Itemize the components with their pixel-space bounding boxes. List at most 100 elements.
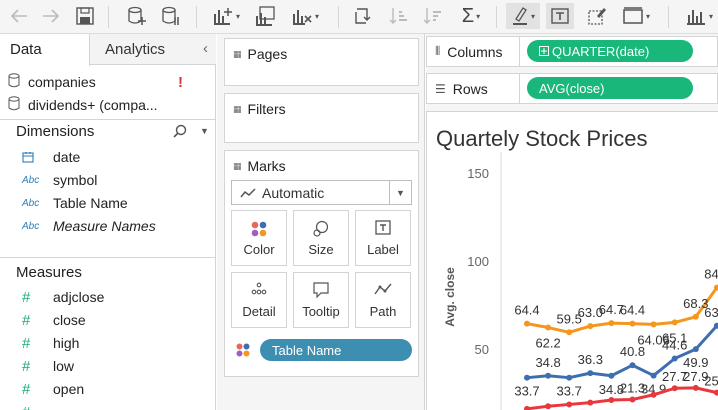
new-datasource-icon[interactable]	[124, 3, 150, 29]
data-point[interactable]	[629, 362, 636, 369]
table-name-color-pill[interactable]: Table Name	[260, 339, 412, 361]
highlight-icon[interactable]: ▾	[506, 3, 540, 29]
data-point[interactable]	[566, 401, 573, 408]
chevron-down-icon[interactable]: ▼	[389, 181, 411, 204]
data-point[interactable]	[524, 405, 530, 410]
datasource-companies[interactable]: companies !	[8, 72, 183, 92]
search-icon[interactable]	[173, 124, 187, 141]
data-point[interactable]	[650, 321, 657, 328]
color-icon	[232, 220, 286, 238]
mark-type-dropdown[interactable]: Automatic ▼	[231, 180, 412, 205]
data-point[interactable]	[545, 324, 552, 331]
sort-ascending-icon[interactable]	[386, 3, 412, 29]
datasource-dividends[interactable]: dividends+ (compa...	[8, 95, 158, 115]
data-label: 21.3	[620, 381, 645, 396]
size-button[interactable]: Size	[293, 210, 349, 266]
measure-adjclose[interactable]: # adjclose	[22, 287, 104, 307]
show-me-icon[interactable]: ▾	[680, 3, 718, 29]
data-point[interactable]	[524, 320, 530, 327]
measure-close[interactable]: # close	[22, 310, 86, 330]
collapse-pane-icon[interactable]: ‹	[203, 40, 208, 57]
mark-button-label: Size	[308, 242, 334, 257]
format-workbook-icon[interactable]	[584, 3, 610, 29]
dimension-symbol[interactable]: Abc symbol	[22, 170, 97, 190]
dimension-table-name[interactable]: Abc Table Name	[22, 193, 128, 213]
mark-type-value: Automatic	[262, 184, 325, 201]
fit-icon[interactable]: ▾	[618, 3, 654, 29]
tab-analytics[interactable]: Analytics	[90, 34, 216, 65]
data-point[interactable]	[629, 320, 636, 327]
data-point[interactable]	[566, 329, 573, 336]
duplicate-sheet-icon[interactable]	[252, 3, 278, 29]
undo-icon[interactable]	[6, 3, 32, 29]
data-point[interactable]	[671, 385, 678, 392]
data-point[interactable]	[545, 372, 552, 379]
data-point[interactable]	[650, 391, 657, 398]
data-point[interactable]	[608, 320, 615, 327]
clear-sheet-icon[interactable]: ▾	[288, 3, 322, 29]
data-point[interactable]	[587, 370, 594, 377]
grip-icon: ▦	[233, 103, 242, 114]
field-label: date	[53, 149, 81, 165]
data-point[interactable]	[587, 399, 594, 406]
filters-card[interactable]: ▦ Filters	[224, 93, 419, 143]
data-point[interactable]	[650, 372, 657, 379]
path-button[interactable]: Path	[355, 272, 411, 328]
card-label: Pages	[247, 46, 288, 62]
field-label: symbol	[53, 172, 98, 188]
y-tick-label: 150	[467, 166, 489, 181]
data-point[interactable]	[587, 323, 594, 330]
chevron-down-icon[interactable]: ▼	[200, 126, 209, 136]
color-icon	[235, 342, 251, 361]
view-area: ⦀ Columns QUARTER(date) ☰ Rows AVG(close…	[426, 34, 718, 410]
rows-shelf[interactable]: ☰ Rows AVG(close)	[426, 73, 718, 104]
data-point[interactable]	[608, 372, 615, 379]
label-button[interactable]: Label	[355, 210, 411, 266]
totals-icon[interactable]: Σ ▾	[454, 3, 488, 29]
data-label: 64.4	[620, 303, 645, 318]
data-point[interactable]	[692, 313, 699, 320]
measure-open[interactable]: # open	[22, 379, 84, 399]
quarter-date-pill[interactable]: QUARTER(date)	[527, 40, 693, 62]
data-point[interactable]	[524, 374, 530, 381]
dimension-date[interactable]: date	[22, 147, 80, 167]
number-type-icon: #	[22, 404, 44, 410]
pause-updates-icon[interactable]	[158, 3, 184, 29]
columns-shelf[interactable]: ⦀ Columns QUARTER(date)	[426, 36, 718, 67]
swap-icon[interactable]	[350, 3, 376, 29]
avg-close-pill[interactable]: AVG(close)	[527, 77, 693, 99]
sort-descending-icon[interactable]	[420, 3, 446, 29]
tooltip-button[interactable]: Tooltip	[293, 272, 349, 328]
data-point[interactable]	[608, 397, 615, 404]
pill-label: AVG(close)	[539, 80, 605, 96]
pages-card[interactable]: ▦ Pages	[224, 38, 419, 86]
data-point[interactable]	[629, 396, 636, 403]
data-label: 40.8	[620, 344, 645, 359]
detail-button[interactable]: Detail	[231, 272, 287, 328]
field-label: low	[53, 358, 75, 374]
data-point[interactable]	[692, 384, 699, 391]
measure-high[interactable]: # high	[22, 333, 79, 353]
save-icon[interactable]	[72, 3, 98, 29]
dimension-measure-names[interactable]: Abc Measure Names	[22, 216, 156, 236]
data-point[interactable]	[713, 389, 718, 396]
rows-shelf-label: ☰ Rows	[435, 74, 488, 103]
data-point[interactable]	[671, 319, 678, 326]
pages-card-title: ▦ Pages	[233, 46, 287, 62]
data-label: 34.8	[535, 355, 560, 370]
data-point[interactable]	[671, 355, 678, 362]
data-point[interactable]	[545, 403, 552, 410]
number-type-icon: #	[22, 288, 31, 306]
pill-label: QUARTER(date)	[552, 43, 650, 59]
show-mark-labels-icon[interactable]	[546, 3, 574, 29]
measure-partial[interactable]: #	[22, 402, 53, 410]
data-point[interactable]	[692, 346, 699, 353]
redo-icon[interactable]	[38, 3, 64, 29]
line-chart: Quartely Stock Prices Avg. close 150 100 5…	[436, 126, 718, 410]
new-worksheet-icon[interactable]: ▾	[210, 3, 242, 29]
tab-data[interactable]: Data	[0, 34, 90, 66]
color-button[interactable]: Color	[231, 210, 287, 266]
data-point[interactable]	[566, 374, 573, 381]
line-mark-icon	[240, 187, 256, 199]
measure-low[interactable]: # low	[22, 356, 74, 376]
